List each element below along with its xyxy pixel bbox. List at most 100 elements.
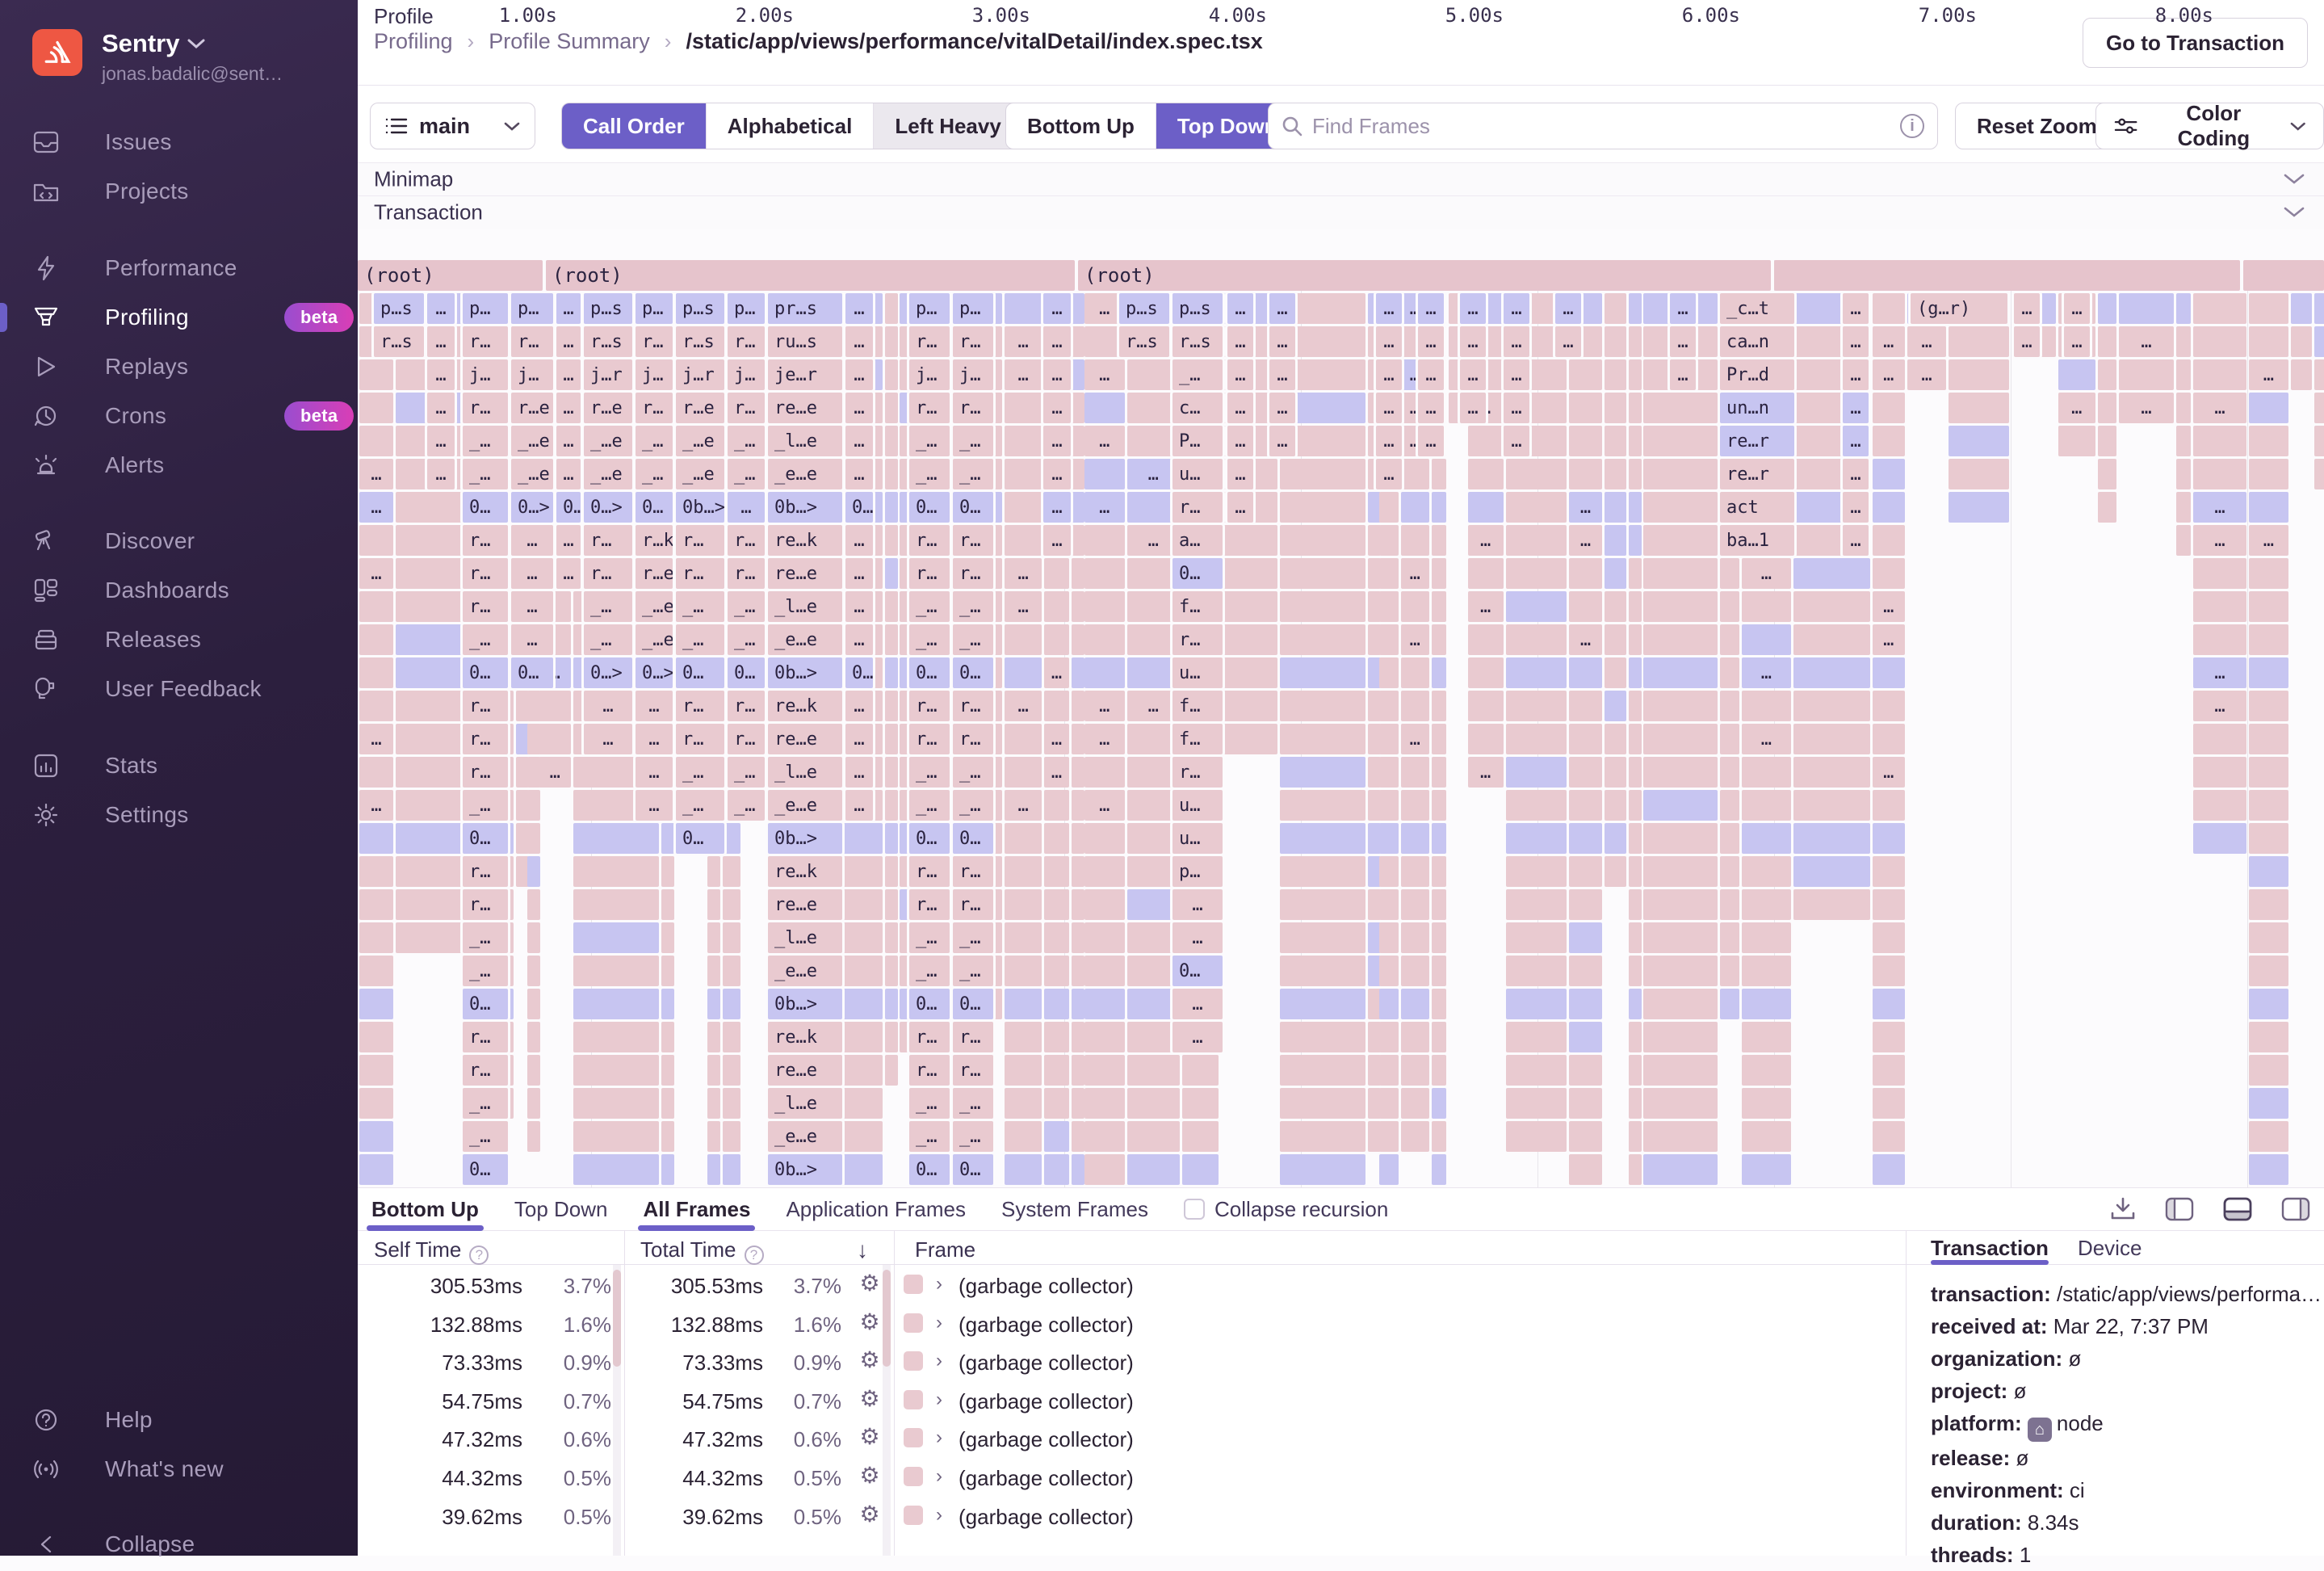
- flame-frame[interactable]: …: [511, 624, 553, 655]
- flame-frame[interactable]: 0…: [676, 657, 724, 688]
- flame-frame[interactable]: r…: [463, 757, 508, 788]
- sort-mode-alphabetical[interactable]: Alphabetical: [707, 103, 875, 149]
- flame-frame[interactable]: [1280, 691, 1365, 721]
- flame-frame[interactable]: [1643, 1154, 1718, 1185]
- flame-frame[interactable]: [1629, 724, 1642, 754]
- flame-frame[interactable]: 0…: [953, 492, 993, 523]
- flame-frame[interactable]: [1569, 1088, 1603, 1119]
- flame-frame[interactable]: [1127, 856, 1180, 887]
- flame-frame[interactable]: [1569, 1055, 1603, 1086]
- flame-frame[interactable]: [1506, 889, 1567, 920]
- flame-frame[interactable]: [1720, 856, 1739, 887]
- flame-frame[interactable]: …: [1227, 393, 1253, 423]
- flame-frame[interactable]: [1605, 790, 1626, 821]
- flame-frame[interactable]: [527, 889, 540, 920]
- flame-frame[interactable]: [1605, 492, 1626, 523]
- flame-frame[interactable]: [539, 691, 571, 721]
- table-row[interactable]: 47.32ms0.6%47.32ms0.6%⚙›(garbage collect…: [358, 1418, 1906, 1457]
- flame-frame[interactable]: [1506, 591, 1567, 622]
- detail-tab-transaction[interactable]: Transaction: [1931, 1231, 2049, 1265]
- flame-frame[interactable]: [396, 823, 464, 854]
- flame-frame[interactable]: [661, 1088, 674, 1119]
- flame-frame[interactable]: p…: [463, 293, 508, 324]
- flame-frame[interactable]: f…: [1172, 591, 1223, 622]
- flame-frame[interactable]: r…s: [676, 326, 724, 357]
- flame-frame[interactable]: [1379, 1154, 1399, 1185]
- flame-frame[interactable]: [1127, 624, 1180, 655]
- flame-frame[interactable]: …: [1227, 426, 1253, 456]
- flame-frame[interactable]: [1605, 426, 1626, 456]
- flame-frame[interactable]: [527, 790, 540, 821]
- flame-frame[interactable]: j…: [636, 359, 673, 390]
- flame-frame[interactable]: [1720, 790, 1739, 821]
- flame-frame[interactable]: [527, 823, 540, 854]
- flame-frame[interactable]: [573, 856, 659, 887]
- flame-frame[interactable]: …: [1005, 591, 1042, 622]
- tab-bottom-up[interactable]: Bottom Up: [371, 1187, 479, 1231]
- flame-frame[interactable]: u…: [1172, 657, 1223, 688]
- flame-frame[interactable]: [1873, 525, 1905, 556]
- flame-frame[interactable]: [573, 1088, 659, 1119]
- flame-frame[interactable]: [1873, 691, 1905, 721]
- flame-frame[interactable]: [1432, 492, 1446, 523]
- flame-frame[interactable]: [1084, 1055, 1125, 1086]
- flame-frame[interactable]: [1742, 889, 1791, 920]
- flame-frame[interactable]: [1127, 956, 1180, 986]
- flame-frame[interactable]: re…k: [768, 525, 842, 556]
- flame-frame[interactable]: [1280, 724, 1365, 754]
- flame-frame[interactable]: [1569, 724, 1603, 754]
- table-row[interactable]: 39.62ms0.5%39.62ms0.5%⚙›(garbage collect…: [358, 1496, 1906, 1535]
- flame-frame[interactable]: [1506, 691, 1567, 721]
- flame-frame[interactable]: …: [1401, 624, 1429, 655]
- flame-frame[interactable]: [1084, 459, 1125, 489]
- flame-frame[interactable]: …: [845, 525, 873, 556]
- flame-frame[interactable]: [1379, 591, 1399, 622]
- flame-root-frame[interactable]: (root): [358, 260, 543, 291]
- flame-frame[interactable]: _…: [728, 790, 765, 821]
- flame-frame[interactable]: [1084, 922, 1125, 953]
- flame-frame[interactable]: [1072, 1088, 1084, 1119]
- flame-frame[interactable]: [1643, 889, 1718, 920]
- flame-frame[interactable]: r…k: [636, 525, 673, 556]
- flame-frame[interactable]: [1468, 657, 1504, 688]
- flame-frame[interactable]: [2193, 426, 2246, 456]
- flame-frame[interactable]: [1379, 558, 1399, 589]
- flame-frame[interactable]: [2193, 624, 2246, 655]
- flame-frame[interactable]: j…r: [676, 359, 724, 390]
- flame-frame[interactable]: [1072, 657, 1084, 688]
- flame-frame[interactable]: [527, 1055, 540, 1086]
- flame-frame[interactable]: [2193, 293, 2246, 324]
- flame-frame[interactable]: …: [636, 757, 673, 788]
- flame-frame[interactable]: [1072, 326, 1084, 357]
- download-icon[interactable]: [2110, 1197, 2136, 1221]
- flame-frame[interactable]: _l…e: [768, 922, 842, 953]
- flame-frame[interactable]: [2249, 790, 2288, 821]
- flame-frame[interactable]: [1044, 691, 1068, 721]
- chevron-down-icon[interactable]: [2284, 174, 2305, 185]
- expand-chevron-icon[interactable]: ›: [936, 1312, 942, 1334]
- tab-all-frames[interactable]: All Frames: [643, 1187, 750, 1231]
- flame-frame[interactable]: [1629, 1088, 1642, 1119]
- table-row[interactable]: 305.53ms3.7%305.53ms3.7%⚙›(garbage colle…: [358, 1265, 1906, 1304]
- flame-frame[interactable]: [359, 1055, 393, 1086]
- flame-frame[interactable]: [2193, 459, 2246, 489]
- sidebar-item-what-s-new[interactable]: What's new: [0, 1445, 358, 1493]
- flame-frame[interactable]: …: [2014, 293, 2040, 324]
- flame-frame[interactable]: …: [1670, 326, 1696, 357]
- flame-frame[interactable]: [2098, 359, 2116, 390]
- flame-frame[interactable]: [527, 956, 540, 986]
- flame-frame[interactable]: [2176, 426, 2191, 456]
- flame-frame[interactable]: [1127, 558, 1180, 589]
- flame-frame[interactable]: r…e: [676, 393, 724, 423]
- flame-frame[interactable]: p…s: [676, 293, 724, 324]
- flame-frame[interactable]: [661, 856, 674, 887]
- breadcrumb-profiling[interactable]: Profiling: [374, 29, 453, 54]
- flame-frame[interactable]: 0…>: [511, 492, 553, 523]
- table-row[interactable]: 54.75ms0.7%54.75ms0.7%⚙›(garbage collect…: [358, 1380, 1906, 1419]
- flame-frame[interactable]: [1044, 1088, 1068, 1119]
- flame-frame[interactable]: [1506, 790, 1567, 821]
- flame-frame[interactable]: [2193, 359, 2246, 390]
- flame-frame[interactable]: _…: [909, 790, 950, 821]
- flame-frame[interactable]: 0…: [463, 657, 508, 688]
- flame-frame[interactable]: …: [845, 326, 873, 357]
